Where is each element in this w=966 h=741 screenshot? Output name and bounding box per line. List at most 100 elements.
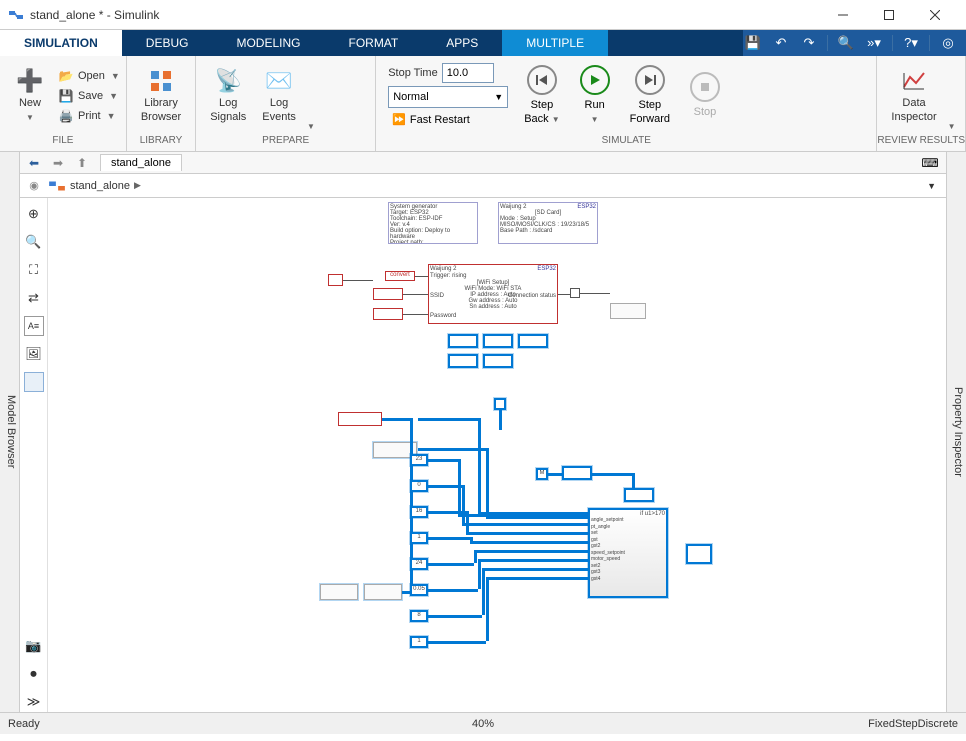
block-display-right[interactable]	[686, 544, 712, 564]
block-sel-1[interactable]	[448, 334, 478, 348]
review-expand-button[interactable]: ▼	[948, 122, 956, 131]
library-icon	[147, 67, 175, 95]
minimize-button[interactable]	[820, 1, 866, 29]
block-const-0[interactable]: 23	[410, 454, 428, 466]
model-tab[interactable]: stand_alone	[100, 154, 182, 171]
maximize-button[interactable]	[866, 1, 912, 29]
screenshot-button[interactable]: 📷	[24, 636, 44, 656]
block-inport[interactable]	[328, 274, 343, 286]
status-ready: Ready	[8, 718, 40, 730]
tab-apps[interactable]: APPS	[422, 30, 502, 56]
block-const-4[interactable]: 24	[410, 558, 428, 570]
nav-forward-button[interactable]: ➡	[48, 154, 68, 172]
area-button[interactable]	[24, 372, 44, 392]
property-inspector-tab[interactable]: Property Inspector	[946, 152, 966, 712]
block-password[interactable]	[373, 308, 403, 320]
breadcrumb-root[interactable]: stand_alone	[70, 180, 130, 192]
chevron-down-icon[interactable]: »▾	[864, 33, 884, 53]
close-button[interactable]	[912, 1, 958, 29]
nav-up-button[interactable]: ⬆	[72, 154, 92, 172]
block-const-7[interactable]: 1	[410, 636, 428, 648]
target-icon[interactable]: ◎	[938, 33, 958, 53]
log-signals-button[interactable]: 📡 Log Signals	[202, 63, 254, 127]
redo-icon[interactable]: ↷	[799, 33, 819, 53]
fast-restart-icon: ⏩	[392, 113, 406, 126]
sample-time-button[interactable]: ⇄	[24, 288, 44, 308]
breadcrumb-dropdown[interactable]: ▼	[921, 181, 942, 191]
block-source-3[interactable]	[320, 584, 358, 600]
block-node-top[interactable]	[494, 398, 506, 410]
block-sel-2[interactable]	[483, 334, 513, 348]
block-sel-3[interactable]	[518, 334, 548, 348]
annotation-button[interactable]: A≡	[24, 316, 44, 336]
status-solver[interactable]: FixedStepDiscrete	[868, 718, 958, 730]
title-bar: stand_alone * - Simulink	[0, 0, 966, 30]
block-info-system-gen[interactable]: System generatorTarget: ESP32Toolchain: …	[388, 202, 478, 244]
image-button[interactable]: 🖼	[24, 344, 44, 364]
status-bar: Ready 40% FixedStepDiscrete	[0, 712, 966, 734]
block-scope-1[interactable]	[624, 488, 654, 502]
block-scope-wifi[interactable]	[610, 303, 646, 319]
print-button[interactable]: 🖨️ Print▼	[58, 107, 120, 125]
save-icon[interactable]: 💾	[743, 33, 763, 53]
tab-format[interactable]: FORMAT	[324, 30, 422, 56]
block-terminator-wifi[interactable]	[570, 288, 580, 298]
zoom-tool-button[interactable]: 🔍	[24, 232, 44, 252]
keyboard-icon[interactable]: ⌨	[918, 155, 942, 171]
block-source-1[interactable]	[338, 412, 382, 426]
block-subsystem[interactable]: if u1>170 angle_setpointpt_anglesetgstgs…	[588, 508, 668, 598]
breadcrumb-scope-button[interactable]: ◉	[24, 177, 44, 195]
status-zoom[interactable]: 40%	[472, 718, 494, 730]
block-after-mux[interactable]	[562, 466, 592, 480]
log-events-button[interactable]: ✉️ Log Events	[254, 63, 304, 127]
prepare-expand-button[interactable]: ▼	[307, 122, 315, 131]
stop-time-input[interactable]	[442, 63, 494, 83]
tab-multiple[interactable]: MULTIPLE	[502, 30, 608, 56]
block-wifi-setup[interactable]: Waijung 2ESP32 Trigger: rising [WiFi Set…	[428, 264, 558, 324]
new-button[interactable]: ➕ New▼	[6, 63, 54, 127]
block-sel-5[interactable]	[483, 354, 513, 368]
step-forward-button[interactable]: Step Forward	[620, 61, 680, 129]
block-convert[interactable]: convert	[385, 271, 415, 281]
save-button[interactable]: 💾 Save▼	[58, 87, 120, 105]
simulation-mode-select[interactable]: Normal▼	[388, 86, 508, 108]
data-inspector-button[interactable]: Data Inspector	[883, 63, 944, 127]
block-info-sdcard[interactable]: Waijung 2ESP32 [SD Card] Mode : SetupMIS…	[498, 202, 598, 244]
tab-debug[interactable]: DEBUG	[122, 30, 213, 56]
record-button[interactable]: ⏺	[24, 664, 44, 684]
antenna-icon: 📡	[214, 67, 242, 95]
block-const-6[interactable]: 8	[410, 610, 428, 622]
block-ssid[interactable]	[373, 288, 403, 300]
fast-restart-button[interactable]: ⏩ Fast Restart	[388, 111, 508, 128]
toolstrip: ➕ New▼ 📂 Open▼ 💾 Save▼ 🖨️ Print▼ FILE	[0, 56, 966, 152]
open-button[interactable]: 📂 Open▼	[58, 67, 120, 85]
printer-icon: 🖨️	[58, 108, 74, 124]
stop-button[interactable]: Stop	[680, 68, 730, 123]
canvas[interactable]: System generatorTarget: ESP32Toolchain: …	[48, 198, 946, 712]
stop-time-label: Stop Time	[388, 67, 438, 79]
block-source-4[interactable]	[364, 584, 402, 600]
block-sel-4[interactable]	[448, 354, 478, 368]
block-const-5[interactable]: 0.05	[410, 584, 428, 596]
nav-back-button[interactable]: ⬅	[24, 154, 44, 172]
block-mux[interactable]: M	[536, 468, 548, 480]
tab-modeling[interactable]: MODELING	[212, 30, 324, 56]
block-const-2[interactable]: 16	[410, 506, 428, 518]
folder-open-icon: 📂	[58, 68, 74, 84]
zoom-fit-button[interactable]: ⊕	[24, 204, 44, 224]
library-browser-button[interactable]: Library Browser	[133, 63, 189, 127]
search-icon[interactable]: 🔍	[836, 33, 856, 53]
help-icon[interactable]: ?▾	[901, 33, 921, 53]
step-back-button[interactable]: Step Back ▼	[514, 61, 569, 129]
undo-icon[interactable]: ↶	[771, 33, 791, 53]
block-const-3[interactable]: 1	[410, 532, 428, 544]
run-button[interactable]: Run▼	[570, 61, 620, 129]
chart-icon	[900, 67, 928, 95]
palette-expand-button[interactable]: ≫	[24, 692, 44, 712]
fit-view-button[interactable]: ⛶	[24, 260, 44, 280]
model-browser-tab[interactable]: Model Browser	[0, 152, 20, 712]
ribbon-tabs: SIMULATION DEBUG MODELING FORMAT APPS MU…	[0, 30, 966, 56]
block-const-1[interactable]: 0	[410, 480, 428, 492]
tab-simulation[interactable]: SIMULATION	[0, 30, 122, 56]
floppy-icon: 💾	[58, 88, 74, 104]
